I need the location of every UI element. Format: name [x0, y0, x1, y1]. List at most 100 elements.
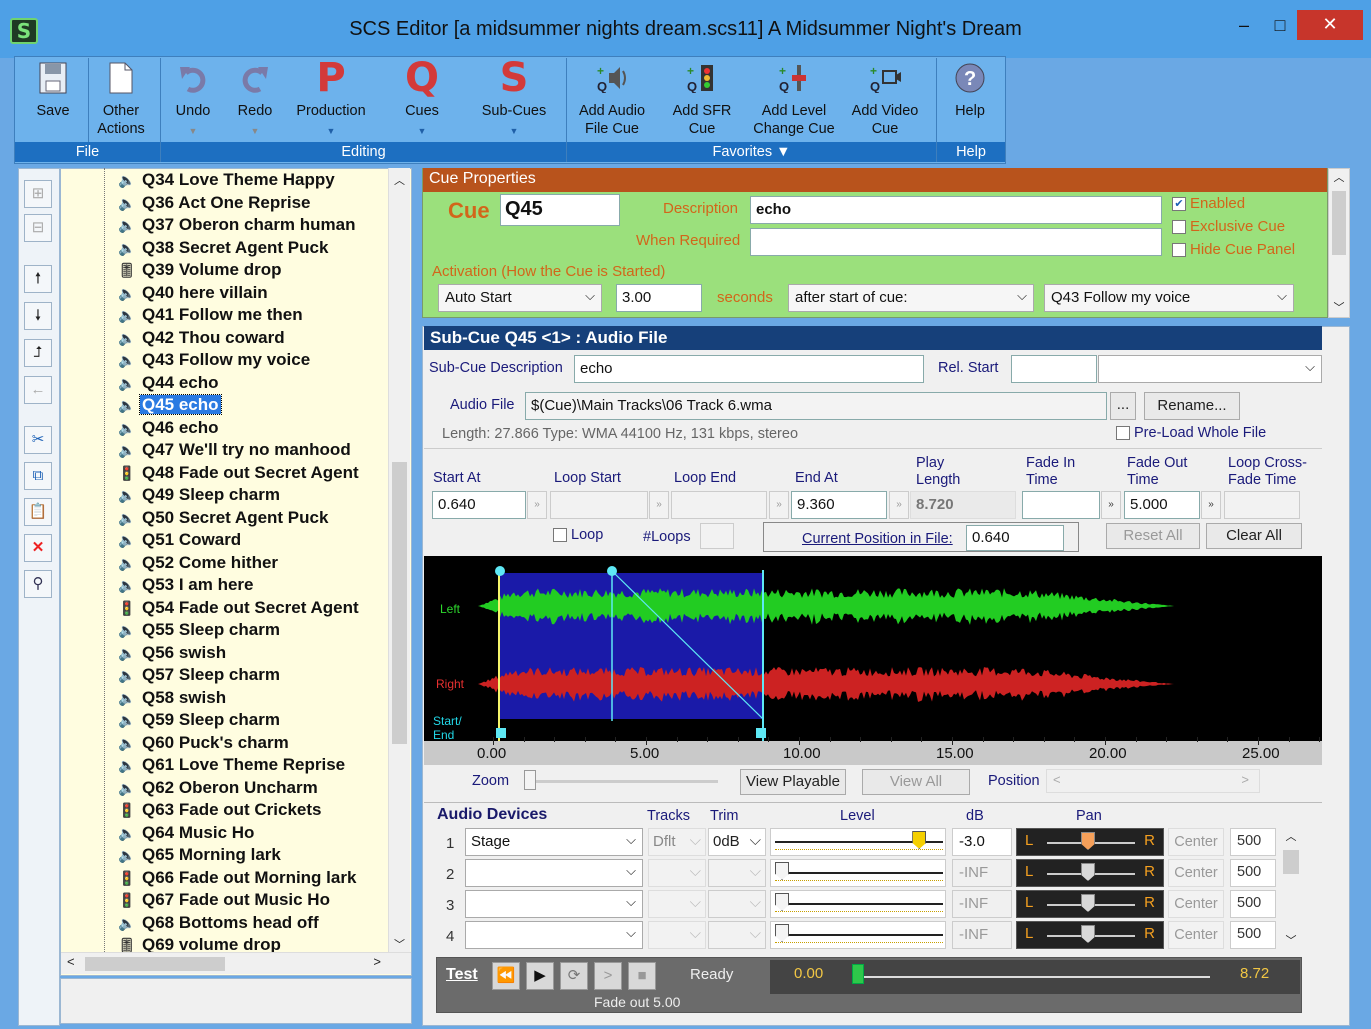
cue-tree-item[interactable]: 🚦 Q54 Fade out Secret Agent [118, 598, 361, 620]
group-favorites[interactable]: Favorites ▼ [567, 142, 936, 162]
level-fader[interactable] [770, 921, 946, 949]
cue-tree-item[interactable]: 🔈 Q36 Act One Reprise [118, 193, 313, 215]
cut-icon[interactable]: ✂ [24, 426, 52, 454]
rename-button[interactable]: Rename... [1144, 392, 1240, 420]
add-level-change-cue-button[interactable]: + Q Add Level Change Cue [748, 58, 840, 140]
cue-tree-item[interactable]: 🚦 Q67 Fade out Music Ho [118, 890, 332, 912]
other-actions-button[interactable]: Other Actions ▼ [90, 58, 152, 154]
activation-seconds-field[interactable]: 3.00 [616, 284, 702, 312]
cue-tree-item[interactable]: 🔈 Q61 Love Theme Reprise [118, 755, 347, 777]
cue-tree-item[interactable]: 🔈 Q53 I am here [118, 575, 256, 597]
save-button[interactable]: Save [22, 58, 84, 140]
sub-cues-button[interactable]: S Sub-Cues ▼ [470, 55, 558, 140]
pan-center-button[interactable]: Center [1168, 921, 1224, 949]
cue-tree-item[interactable]: 🔈 Q44 echo [118, 373, 221, 395]
pan-value-field[interactable]: 500 [1230, 859, 1276, 887]
cue-tree-item[interactable]: 🚦 Q66 Fade out Morning lark [118, 868, 358, 890]
pan-slider[interactable]: LR [1016, 890, 1164, 918]
trim-select[interactable]: ⌵ [708, 921, 766, 949]
view-all-button[interactable]: View All [862, 769, 970, 795]
start-at-field[interactable]: 0.640 [432, 491, 526, 519]
fade-out-spin[interactable]: » [1201, 491, 1221, 519]
cue-tree-item[interactable]: 🔈 Q46 echo [118, 418, 221, 440]
pan-center-button[interactable]: Center [1168, 859, 1224, 887]
rel-start-field[interactable] [1011, 355, 1097, 383]
cue-tree-item[interactable]: 🔈 Q47 We'll try no manhood [118, 440, 353, 462]
level-fader[interactable] [770, 828, 946, 856]
cue-tree-item[interactable]: 🚦 Q63 Fade out Crickets [118, 800, 324, 822]
expand-all-icon[interactable]: ⊞ [24, 180, 52, 208]
db-field[interactable]: -INF [952, 921, 1012, 949]
position-scrollbar[interactable]: < > [1046, 769, 1260, 793]
play-icon[interactable]: ▶ [526, 962, 554, 990]
undo-button[interactable]: Undo ▼ [164, 58, 222, 140]
loop-end-field[interactable] [671, 491, 767, 519]
cue-tree-item[interactable]: 🔈 Q58 swish [118, 688, 228, 710]
cue-tree-item[interactable]: 🔈 Q38 Secret Agent Puck [118, 238, 330, 260]
cue-tree-item[interactable]: 🔈 Q40 here villain [118, 283, 270, 305]
cue-tree-item[interactable]: 🔈 Q49 Sleep charm [118, 485, 282, 507]
pan-slider[interactable]: LR [1016, 921, 1164, 949]
cue-tree-item[interactable]: 🔈 Q45 echo [118, 394, 222, 417]
preload-checkbox[interactable]: Pre-Load Whole File [1116, 425, 1266, 441]
pan-value-field[interactable]: 500 [1230, 828, 1276, 856]
exclusive-cue-checkbox[interactable]: Exclusive Cue [1172, 218, 1285, 235]
hide-cue-panel-checkbox[interactable]: Hide Cue Panel [1172, 241, 1295, 258]
move-left-icon[interactable]: ← [24, 376, 52, 404]
cue-tree-item[interactable]: 🔈 Q62 Oberon Uncharm [118, 778, 320, 800]
loops-field[interactable] [700, 523, 734, 549]
fade-in-spin[interactable]: » [1101, 491, 1121, 519]
trim-select[interactable]: ⌵ [708, 859, 766, 887]
close-button[interactable]: ✕ [1297, 10, 1363, 40]
stop-icon[interactable]: ■ [628, 962, 656, 990]
fade-out-field[interactable]: 5.000 [1124, 491, 1200, 519]
cues-button[interactable]: Q Cues ▼ [382, 55, 462, 140]
trim-select[interactable]: 0dB ⌵ [708, 828, 766, 856]
zoom-slider[interactable] [522, 770, 722, 796]
move-down-icon[interactable]: 🠗 [24, 302, 52, 330]
paste-icon[interactable]: 📋 [24, 498, 52, 526]
search-icon[interactable]: ⚲ [24, 570, 52, 598]
help-button[interactable]: ? Help [940, 58, 1000, 140]
pan-center-button[interactable]: Center [1168, 890, 1224, 918]
when-required-field[interactable] [750, 228, 1162, 256]
loop-checkbox[interactable]: Loop [553, 527, 603, 543]
production-button[interactable]: P Production ▼ [288, 55, 374, 140]
cue-reference-select[interactable]: Q43 Follow my voice ⌵ [1044, 284, 1294, 312]
cue-tree-item[interactable]: 🔈 Q51 Coward [118, 530, 243, 552]
test-progress-track[interactable] [770, 960, 1300, 994]
db-field[interactable]: -INF [952, 859, 1012, 887]
description-field[interactable]: echo [750, 196, 1162, 224]
devices-scrollbar[interactable]: ︿ ﹀ [1280, 828, 1302, 950]
cue-tree-item[interactable]: 🔈 Q60 Puck's charm [118, 733, 291, 755]
loop-start-spin[interactable]: » [649, 491, 669, 519]
cue-tree-item[interactable]: 🎚 Q39 Volume drop [118, 260, 284, 282]
loop-play-icon[interactable]: ⟳ [560, 962, 588, 990]
cue-tree-item[interactable]: 🔈 Q64 Music Ho [118, 823, 256, 845]
cue-tree-item[interactable]: 🔈 Q56 swish [118, 643, 228, 665]
maximize-button[interactable]: □ [1258, 12, 1302, 40]
add-sfr-cue-button[interactable]: + Q Add SFR Cue [662, 58, 742, 140]
loop-crossfade-field[interactable] [1224, 491, 1300, 519]
view-playable-button[interactable]: View Playable [740, 769, 846, 795]
pan-center-button[interactable]: Center [1168, 828, 1224, 856]
rewind-icon[interactable]: ⏪ [492, 962, 520, 990]
test-label[interactable]: Test [446, 966, 478, 984]
cue-tree-item[interactable]: 🔈 Q52 Come hither [118, 553, 280, 575]
start-at-spin[interactable]: » [527, 491, 547, 519]
trim-select[interactable]: ⌵ [708, 890, 766, 918]
cue-tree-item[interactable]: 🔈 Q41 Follow me then [118, 305, 305, 327]
device-select[interactable]: ⌵ [465, 890, 643, 918]
tree-vertical-scrollbar[interactable]: ︿ ﹀ [388, 168, 410, 956]
pan-slider[interactable]: LR [1016, 859, 1164, 887]
cue-tree-item[interactable]: 🔈 Q59 Sleep charm [118, 710, 282, 732]
delete-icon[interactable]: ✕ [24, 534, 52, 562]
next-icon[interactable]: > [594, 962, 622, 990]
cue-tree-item[interactable]: 🔈 Q55 Sleep charm [118, 620, 282, 642]
tracks-select[interactable]: ⌵ [648, 921, 706, 949]
cue-tree-item[interactable]: 🔈 Q42 Thou coward [118, 328, 287, 350]
clear-all-button[interactable]: Clear All [1206, 523, 1302, 549]
db-field[interactable]: -INF [952, 890, 1012, 918]
activation-select[interactable]: Auto Start ⌵ [438, 284, 602, 312]
move-out-icon[interactable]: ⮥ [24, 339, 52, 367]
